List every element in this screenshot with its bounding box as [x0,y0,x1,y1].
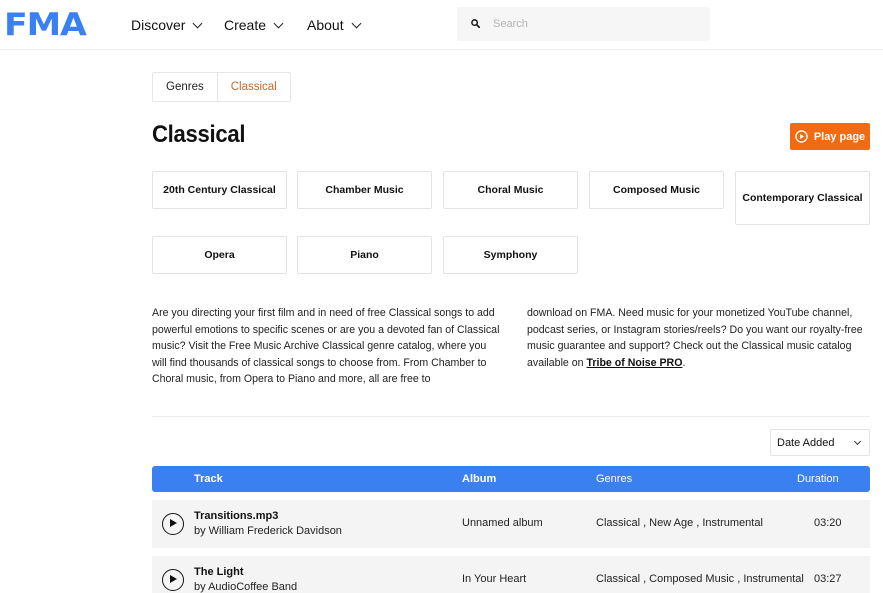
breadcrumb-genres[interactable]: Genres [153,73,217,101]
subgenre-composed-music[interactable]: Composed Music [589,171,724,209]
chevron-down-icon [273,18,284,28]
track-artist[interactable]: by AudioCoffee Band [194,581,297,593]
play-track-button[interactable] [162,513,184,535]
nav-create[interactable]: Create [224,0,284,50]
sort-selected: Date Added [777,436,835,449]
chevron-down-icon [853,437,862,446]
column-genres: Genres [596,473,633,485]
nav-discover[interactable]: Discover [131,0,203,50]
subgenre-opera[interactable]: Opera [152,236,287,274]
chevron-down-icon [351,18,362,28]
search-box[interactable] [457,7,710,41]
genre-description-right: download on FMA. Need music for your mon… [527,305,872,371]
play-track-button[interactable] [162,569,184,591]
search-input[interactable] [493,7,703,41]
page-title: Classical [152,121,246,148]
subgenre-choral-music[interactable]: Choral Music [443,171,578,209]
sort-dropdown[interactable]: Date Added [770,429,870,456]
track-album[interactable]: In Your Heart [462,573,526,585]
breadcrumb-classical[interactable]: Classical [216,73,290,101]
column-duration: Duration [797,473,839,485]
column-album: Album [462,473,497,485]
play-page-button[interactable]: Play page [790,123,870,150]
site-header: FMA Discover Create About [0,0,883,50]
column-track: Track [194,473,223,485]
tribe-of-noise-pro-link[interactable]: Tribe of Noise PRO [587,357,683,369]
track-table-header: Track Album Genres Duration [152,466,870,492]
subgenre-symphony[interactable]: Symphony [443,236,578,274]
table-row: Transitions.mp3 by William Frederick Dav… [152,500,870,548]
description-text: download on FMA. Need music for your mon… [527,307,863,369]
track-genres[interactable]: Classical , Composed Music , Instrumenta… [596,573,804,585]
subgenre-20th-century-classical[interactable]: 20th Century Classical [152,171,287,209]
track-genres[interactable]: Classical , New Age , Instrumental [596,517,763,529]
subgenre-piano[interactable]: Piano [297,236,432,274]
nav-discover-label: Discover [131,17,186,33]
track-artist[interactable]: by William Frederick Davidson [194,525,342,537]
track-duration: 03:20 [814,517,842,529]
play-circle-icon [795,130,808,143]
nav-create-label: Create [224,17,267,33]
subgenre-contemporary-classical[interactable]: Contemporary Classical [735,171,870,225]
section-divider [152,416,870,417]
nav-about-label: About [307,17,344,33]
track-album[interactable]: Unnamed album [462,517,543,529]
table-row: The Light by AudioCoffee Band In Your He… [152,556,870,593]
track-title[interactable]: The Light [194,566,244,578]
play-page-label: Play page [813,130,866,143]
genre-description-left: Are you directing your first film and in… [152,307,500,385]
track-title[interactable]: Transitions.mp3 [194,510,278,522]
breadcrumb: Genres Classical [152,72,291,102]
track-duration: 03:27 [814,573,842,585]
search-icon [471,19,480,28]
description-period: . [682,356,686,369]
nav-about[interactable]: About [307,0,362,50]
chevron-down-icon [193,18,203,28]
subgenre-chamber-music[interactable]: Chamber Music [297,171,432,209]
fma-logo[interactable]: FMA [4,8,87,42]
